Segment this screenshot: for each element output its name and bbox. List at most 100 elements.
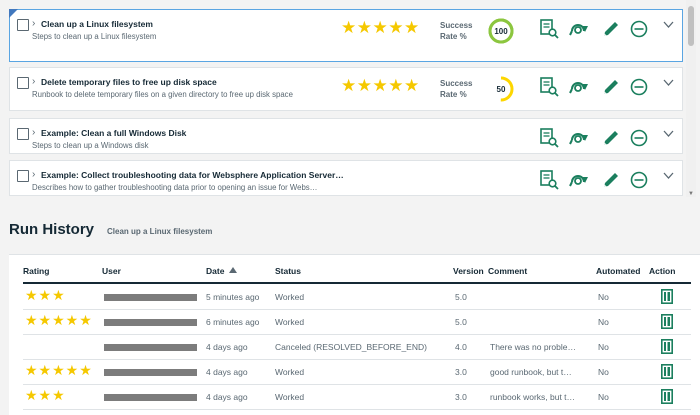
row-rating-stars: ★★★: [25, 387, 66, 403]
row-date: 5 minutes ago: [206, 292, 260, 302]
runbook-rating-stars: ★★★★★: [341, 18, 420, 37]
column-header-rating[interactable]: Rating: [23, 266, 49, 277]
row-date: 4 days ago: [206, 367, 248, 377]
runbook-actions: [539, 19, 649, 41]
column-header-status[interactable]: Status: [275, 266, 301, 277]
row-rating-stars: ★★★★★: [25, 362, 93, 378]
runbook-checkbox[interactable]: [17, 77, 29, 89]
runbook-title[interactable]: Example: Clean a full Windows Disk: [41, 128, 186, 139]
column-header-automated[interactable]: Automated: [596, 266, 640, 277]
runbook-card[interactable]: › Example: Collect troubleshooting data f…: [9, 160, 683, 196]
scrollbar-thumb[interactable]: [688, 6, 694, 46]
preview-document-icon[interactable]: [539, 77, 559, 97]
row-automated: No: [598, 342, 609, 352]
column-header-comment[interactable]: Comment: [488, 266, 527, 277]
runbook-checkbox[interactable]: [17, 170, 29, 182]
chevron-down-icon[interactable]: [663, 171, 674, 182]
runbook-title[interactable]: Example: Collect troubleshooting data fo…: [41, 170, 344, 181]
preview-document-icon[interactable]: [539, 170, 559, 190]
runbook-actions: [539, 77, 649, 99]
runbook-list-scrollbar[interactable]: ▼: [686, 0, 696, 197]
run-history-table: Rating User Date Status Version Comment …: [9, 254, 700, 415]
row-user-redacted: [104, 344, 197, 351]
scroll-down-arrow-icon[interactable]: ▼: [688, 191, 694, 197]
row-comment: runbook works, but t…: [490, 392, 576, 402]
column-header-date[interactable]: Date: [206, 266, 237, 277]
runbook-description: Describes how to gather troubleshooting …: [32, 183, 318, 192]
row-date: 4 days ago: [206, 342, 248, 352]
runbook-card[interactable]: › Delete temporary files to free up disk …: [9, 67, 683, 111]
pencil-edit-icon[interactable]: [601, 170, 621, 190]
row-automated: No: [598, 317, 609, 327]
row-status: Worked: [275, 392, 305, 402]
preview-document-icon[interactable]: [539, 128, 559, 148]
runbook-actions: [539, 170, 649, 192]
run-history-title: Run History: [9, 221, 95, 238]
details-document-icon[interactable]: [661, 364, 673, 379]
column-header-user[interactable]: User: [102, 266, 121, 277]
preview-document-icon[interactable]: [539, 19, 559, 39]
runbook-description: Runbook to delete temporary files on a g…: [32, 90, 293, 99]
remove-circle-icon[interactable]: [629, 170, 649, 190]
success-rate-value: 100: [494, 27, 508, 36]
chevron-right-icon[interactable]: ›: [32, 77, 35, 87]
table-row: ★★★★★ 4 days ago Worked 3.0 good runbook, bu…: [23, 359, 691, 385]
runbook-checkbox[interactable]: [17, 128, 29, 140]
execute-runbook-icon[interactable]: [569, 19, 589, 39]
runbook-rating-stars: ★★★★★: [341, 76, 420, 95]
table-row: ★★★★★ 6 minutes ago Worked 5.0 No: [23, 309, 691, 335]
runbook-title[interactable]: Clean up a Linux filesystem: [41, 19, 153, 30]
success-rate-label: Success Rate %: [440, 78, 472, 100]
chevron-down-icon[interactable]: [663, 20, 674, 31]
row-user-redacted: [104, 319, 197, 326]
row-status: Worked: [275, 367, 305, 377]
success-rate-label: Success Rate %: [440, 20, 472, 42]
table-row: ★★★ 5 minutes ago Worked 5.0 No: [23, 284, 691, 310]
row-user-redacted: [104, 294, 197, 301]
row-version: 5.0: [455, 292, 467, 302]
success-rate-gauge: 100: [488, 18, 514, 44]
chevron-right-icon[interactable]: ›: [32, 170, 35, 180]
row-version: 3.0: [455, 367, 467, 377]
column-header-version[interactable]: Version: [453, 266, 484, 277]
row-user-redacted: [104, 369, 197, 376]
row-automated: No: [598, 367, 609, 377]
details-document-icon[interactable]: [661, 339, 673, 354]
remove-circle-icon[interactable]: [629, 128, 649, 148]
remove-circle-icon[interactable]: [629, 77, 649, 97]
pencil-edit-icon[interactable]: [601, 128, 621, 148]
remove-circle-icon[interactable]: [629, 19, 649, 39]
chevron-right-icon[interactable]: ›: [32, 19, 35, 29]
row-status: Worked: [275, 292, 305, 302]
row-version: 4.0: [455, 342, 467, 352]
table-row: ★★★ 4 days ago Worked 3.0 runbook works, but…: [23, 384, 691, 410]
execute-runbook-icon[interactable]: [569, 77, 589, 97]
row-comment: good runbook, but t…: [490, 367, 572, 377]
row-automated: No: [598, 292, 609, 302]
success-rate-label-line1: Success: [440, 21, 473, 30]
table-row: 4 days ago Canceled (RESOLVED_BEFORE_END)…: [23, 334, 691, 360]
chevron-down-icon[interactable]: [663, 129, 674, 140]
row-version: 5.0: [455, 317, 467, 327]
chevron-right-icon[interactable]: ›: [32, 128, 35, 138]
success-rate-value: 50: [497, 85, 506, 94]
details-document-icon[interactable]: [661, 289, 673, 304]
chevron-down-icon[interactable]: [663, 78, 674, 89]
runbook-checkbox[interactable]: [17, 19, 29, 31]
pencil-edit-icon[interactable]: [601, 19, 621, 39]
execute-runbook-icon[interactable]: [569, 128, 589, 148]
details-document-icon[interactable]: [661, 314, 673, 329]
runbook-card[interactable]: › Example: Clean a full Windows Disk Steps…: [9, 118, 683, 154]
runbook-title[interactable]: Delete temporary files to free up disk s…: [41, 77, 217, 88]
row-comment: There was no proble…: [490, 342, 576, 352]
pencil-edit-icon[interactable]: [601, 77, 621, 97]
row-date: 4 days ago: [206, 392, 248, 402]
row-rating-stars: ★★★★★: [25, 312, 93, 328]
success-rate-gauge: 50: [488, 76, 514, 102]
runbook-actions: [539, 128, 649, 150]
details-document-icon[interactable]: [661, 389, 673, 404]
success-rate-label-line2: Rate %: [440, 32, 467, 41]
row-version: 3.0: [455, 392, 467, 402]
runbook-card[interactable]: › Clean up a Linux filesystem Steps to cle…: [9, 9, 683, 62]
execute-runbook-icon[interactable]: [569, 170, 589, 190]
